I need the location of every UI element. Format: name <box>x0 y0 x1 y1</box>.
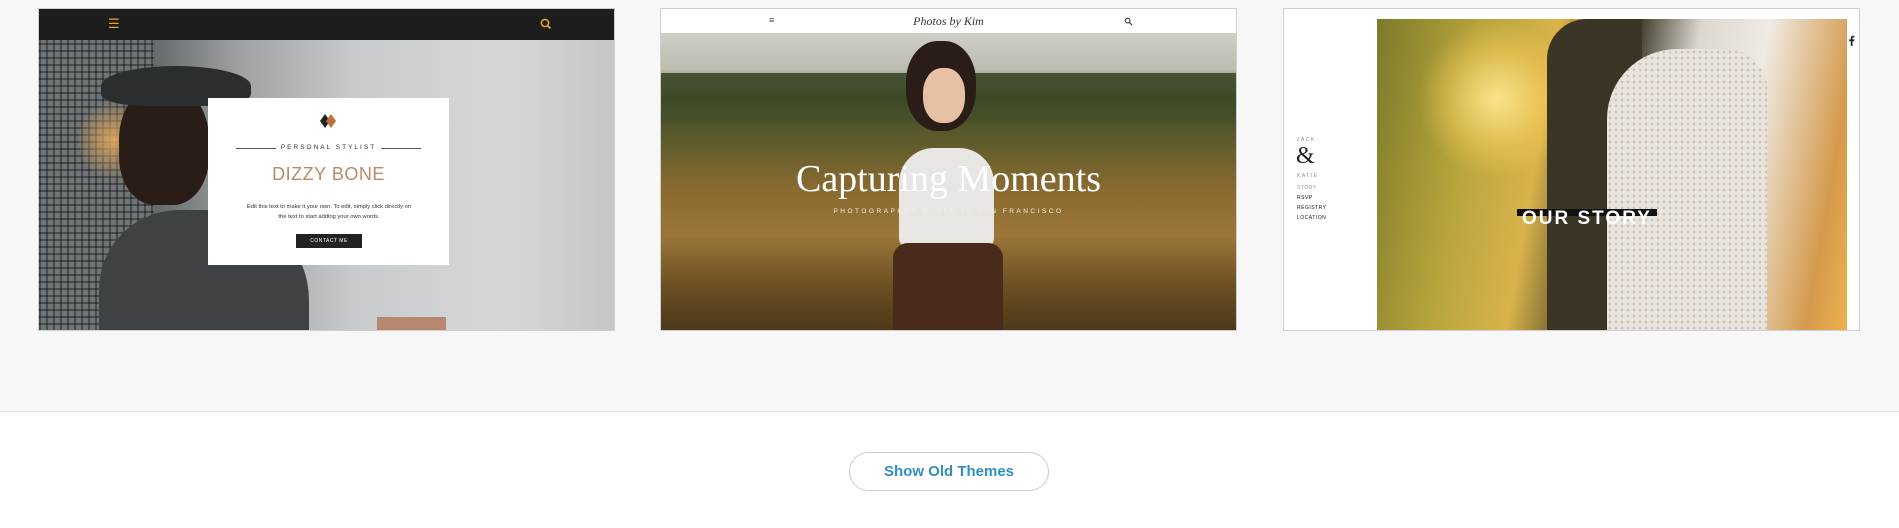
theme-sidebar: JACK & KATIE STORY RSVP REGISTRY LOCATIO… <box>1284 9 1377 330</box>
show-old-themes-button[interactable]: Show Old Themes <box>849 452 1049 491</box>
site-title: Photos by Kim <box>913 14 984 28</box>
sidebar-item-location[interactable]: LOCATION <box>1297 215 1326 221</box>
theme-intro-panel: PERSONAL STYLIST DIZZY BONE Edit this te… <box>208 98 449 265</box>
theme-body-text: Edit this text to make it your own. To e… <box>246 204 412 220</box>
sidebar-item-registry[interactable]: REGISTRY <box>1297 205 1326 211</box>
photo-person-face <box>923 68 965 123</box>
contact-button[interactable]: CONTACT ME <box>296 234 362 248</box>
sidebar-item-story[interactable]: STORY <box>1297 185 1317 191</box>
theme-header-bar: ☰ <box>39 9 614 40</box>
photo-person-skirt <box>893 243 1003 330</box>
theme-card-dizzy-bone[interactable]: ☰ PERSONAL STYLIST DIZZY BONE Edit this … <box>38 8 615 331</box>
search-icon <box>540 18 552 30</box>
diamond-logo-icon <box>320 114 336 128</box>
hero-headline: OUR STORY <box>1522 208 1652 229</box>
sidebar-name-bottom: KATIE <box>1297 173 1319 179</box>
social-links <box>1847 35 1859 46</box>
photo-box <box>377 317 446 330</box>
hamburger-icon: ☰ <box>108 16 120 31</box>
theme-header-bar: ≡ Photos by Kim <box>661 9 1236 34</box>
sidebar-ampersand: & <box>1296 143 1315 169</box>
hero-headline: Capturing Moments <box>795 158 1102 200</box>
divider-line-right <box>381 148 421 149</box>
theme-title: DIZZY BONE <box>272 164 385 184</box>
theme-card-jack-and-katie[interactable]: JACK & KATIE STORY RSVP REGISTRY LOCATIO… <box>1283 8 1860 331</box>
search-icon <box>1124 17 1133 26</box>
theme-hero-photo: OUR STORY <box>1377 19 1855 330</box>
sidebar-item-rsvp[interactable]: RSVP <box>1297 195 1313 201</box>
photo-person-dress <box>1607 49 1767 330</box>
facebook-icon[interactable] <box>1847 35 1856 46</box>
hero-tagline: PHOTOGRAPHER BASED IN SAN FRANCISCO <box>833 208 1064 215</box>
theme-card-photos-by-kim[interactable]: ≡ Photos by Kim Capturing Moments PHOTOG… <box>660 8 1237 331</box>
